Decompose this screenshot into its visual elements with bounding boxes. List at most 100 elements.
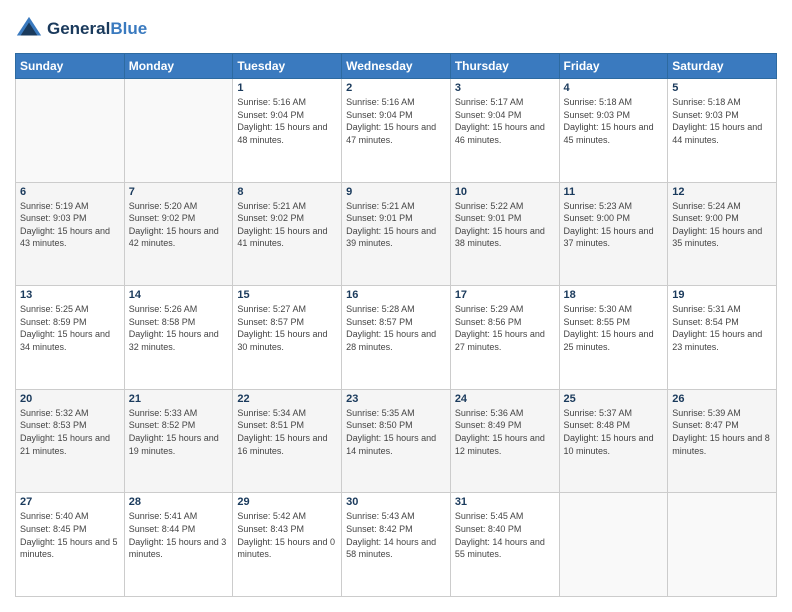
day-info: Sunrise: 5:42 AM Sunset: 8:43 PM Dayligh… — [237, 510, 337, 560]
header: GeneralBlue — [15, 15, 777, 43]
calendar-cell: 25Sunrise: 5:37 AM Sunset: 8:48 PM Dayli… — [559, 389, 668, 493]
day-info: Sunrise: 5:19 AM Sunset: 9:03 PM Dayligh… — [20, 200, 120, 250]
calendar-cell: 17Sunrise: 5:29 AM Sunset: 8:56 PM Dayli… — [450, 286, 559, 390]
day-info: Sunrise: 5:16 AM Sunset: 9:04 PM Dayligh… — [346, 96, 446, 146]
calendar-cell: 19Sunrise: 5:31 AM Sunset: 8:54 PM Dayli… — [668, 286, 777, 390]
day-info: Sunrise: 5:17 AM Sunset: 9:04 PM Dayligh… — [455, 96, 555, 146]
calendar-cell: 18 Sunrise: 5:30 AM Sunset: 8:55 PM Dayli… — [559, 286, 668, 390]
calendar-cell: 7Sunrise: 5:20 AM Sunset: 9:02 PM Daylig… — [124, 182, 233, 286]
calendar-cell — [668, 493, 777, 597]
logo-icon — [15, 15, 43, 43]
calendar-cell: 14 Sunrise: 5:26 AM Sunset: 8:58 PM Dayli… — [124, 286, 233, 390]
calendar-week-2: 6Sunrise: 5:19 AM Sunset: 9:03 PM Daylig… — [16, 182, 777, 286]
day-info: Sunrise: 5:36 AM Sunset: 8:49 PM Dayligh… — [455, 407, 555, 457]
day-info: Sunrise: 5:28 AM Sunset: 8:57 PM Dayligh… — [346, 303, 446, 353]
calendar-table: SundayMondayTuesdayWednesdayThursdayFrid… — [15, 53, 777, 597]
weekday-header-monday: Monday — [124, 54, 233, 79]
calendar-cell: 16Sunrise: 5:28 AM Sunset: 8:57 PM Dayli… — [342, 286, 451, 390]
weekday-header-friday: Friday — [559, 54, 668, 79]
day-number: 5 — [672, 82, 772, 94]
day-info: Sunrise: 5:16 AM Sunset: 9:04 PM Dayligh… — [237, 96, 337, 146]
calendar-cell: 3 Sunrise: 5:17 AM Sunset: 9:04 PM Daylig… — [450, 79, 559, 183]
day-number: 22 — [237, 393, 337, 405]
calendar-week-1: 1 Sunrise: 5:16 AM Sunset: 9:04 PM Daylig… — [16, 79, 777, 183]
day-number: 29 — [237, 496, 337, 508]
calendar-cell: 9Sunrise: 5:21 AM Sunset: 9:01 PM Daylig… — [342, 182, 451, 286]
logo: GeneralBlue — [15, 15, 147, 43]
day-number: 14 — [129, 289, 229, 301]
day-number: 28 — [129, 496, 229, 508]
calendar-cell: 20 Sunrise: 5:32 AM Sunset: 8:53 PM Dayli… — [16, 389, 125, 493]
day-number: 26 — [672, 393, 772, 405]
day-info: Sunrise: 5:35 AM Sunset: 8:50 PM Dayligh… — [346, 407, 446, 457]
day-info: Sunrise: 5:34 AM Sunset: 8:51 PM Dayligh… — [237, 407, 337, 457]
calendar-cell: 30Sunrise: 5:43 AM Sunset: 8:42 PM Dayli… — [342, 493, 451, 597]
day-number: 7 — [129, 186, 229, 198]
day-info: Sunrise: 5:18 AM Sunset: 9:03 PM Dayligh… — [564, 96, 664, 146]
calendar-cell: 29 Sunrise: 5:42 AM Sunset: 8:43 PM Dayli… — [233, 493, 342, 597]
calendar-cell: 10 Sunrise: 5:22 AM Sunset: 9:01 PM Dayli… — [450, 182, 559, 286]
calendar-cell — [559, 493, 668, 597]
calendar-cell — [124, 79, 233, 183]
calendar-cell: 28 Sunrise: 5:41 AM Sunset: 8:44 PM Dayli… — [124, 493, 233, 597]
day-info: Sunrise: 5:21 AM Sunset: 9:01 PM Dayligh… — [346, 200, 446, 250]
day-info: Sunrise: 5:32 AM Sunset: 8:53 PM Dayligh… — [20, 407, 120, 457]
calendar-cell: 13 Sunrise: 5:25 AM Sunset: 8:59 PM Dayli… — [16, 286, 125, 390]
day-number: 3 — [455, 82, 555, 94]
calendar-cell: 27 Sunrise: 5:40 AM Sunset: 8:45 PM Dayli… — [16, 493, 125, 597]
day-info: Sunrise: 5:37 AM Sunset: 8:48 PM Dayligh… — [564, 407, 664, 457]
day-number: 13 — [20, 289, 120, 301]
weekday-header-row: SundayMondayTuesdayWednesdayThursdayFrid… — [16, 54, 777, 79]
day-number: 2 — [346, 82, 446, 94]
day-number: 4 — [564, 82, 664, 94]
calendar-cell: 5Sunrise: 5:18 AM Sunset: 9:03 PM Daylig… — [668, 79, 777, 183]
day-info: Sunrise: 5:25 AM Sunset: 8:59 PM Dayligh… — [20, 303, 120, 353]
calendar-cell: 11 Sunrise: 5:23 AM Sunset: 9:00 PM Dayli… — [559, 182, 668, 286]
day-number: 1 — [237, 82, 337, 94]
calendar-week-5: 27 Sunrise: 5:40 AM Sunset: 8:45 PM Dayli… — [16, 493, 777, 597]
day-info: Sunrise: 5:30 AM Sunset: 8:55 PM Dayligh… — [564, 303, 664, 353]
calendar-cell: 31 Sunrise: 5:45 AM Sunset: 8:40 PM Dayli… — [450, 493, 559, 597]
page: GeneralBlue SundayMondayTuesdayWednesday… — [0, 0, 792, 612]
calendar-cell: 6Sunrise: 5:19 AM Sunset: 9:03 PM Daylig… — [16, 182, 125, 286]
day-info: Sunrise: 5:22 AM Sunset: 9:01 PM Dayligh… — [455, 200, 555, 250]
calendar-cell: 2 Sunrise: 5:16 AM Sunset: 9:04 PM Daylig… — [342, 79, 451, 183]
day-info: Sunrise: 5:29 AM Sunset: 8:56 PM Dayligh… — [455, 303, 555, 353]
day-number: 10 — [455, 186, 555, 198]
day-info: Sunrise: 5:33 AM Sunset: 8:52 PM Dayligh… — [129, 407, 229, 457]
calendar-cell: 1 Sunrise: 5:16 AM Sunset: 9:04 PM Daylig… — [233, 79, 342, 183]
day-number: 23 — [346, 393, 446, 405]
calendar-cell: 12Sunrise: 5:24 AM Sunset: 9:00 PM Dayli… — [668, 182, 777, 286]
day-info: Sunrise: 5:43 AM Sunset: 8:42 PM Dayligh… — [346, 510, 446, 560]
weekday-header-thursday: Thursday — [450, 54, 559, 79]
calendar-week-4: 20 Sunrise: 5:32 AM Sunset: 8:53 PM Dayli… — [16, 389, 777, 493]
calendar-cell: 4 Sunrise: 5:18 AM Sunset: 9:03 PM Daylig… — [559, 79, 668, 183]
day-number: 21 — [129, 393, 229, 405]
day-number: 11 — [564, 186, 664, 198]
day-number: 31 — [455, 496, 555, 508]
day-number: 15 — [237, 289, 337, 301]
logo-text: GeneralBlue — [47, 19, 147, 39]
day-number: 20 — [20, 393, 120, 405]
day-number: 27 — [20, 496, 120, 508]
calendar-cell: 26 Sunrise: 5:39 AM Sunset: 8:47 PM Dayli… — [668, 389, 777, 493]
day-info: Sunrise: 5:41 AM Sunset: 8:44 PM Dayligh… — [129, 510, 229, 560]
day-info: Sunrise: 5:26 AM Sunset: 8:58 PM Dayligh… — [129, 303, 229, 353]
weekday-header-saturday: Saturday — [668, 54, 777, 79]
day-info: Sunrise: 5:40 AM Sunset: 8:45 PM Dayligh… — [20, 510, 120, 560]
day-number: 8 — [237, 186, 337, 198]
calendar-cell: 8 Sunrise: 5:21 AM Sunset: 9:02 PM Daylig… — [233, 182, 342, 286]
day-info: Sunrise: 5:21 AM Sunset: 9:02 PM Dayligh… — [237, 200, 337, 250]
weekday-header-wednesday: Wednesday — [342, 54, 451, 79]
day-info: Sunrise: 5:31 AM Sunset: 8:54 PM Dayligh… — [672, 303, 772, 353]
day-info: Sunrise: 5:27 AM Sunset: 8:57 PM Dayligh… — [237, 303, 337, 353]
day-number: 24 — [455, 393, 555, 405]
day-info: Sunrise: 5:23 AM Sunset: 9:00 PM Dayligh… — [564, 200, 664, 250]
day-number: 12 — [672, 186, 772, 198]
day-number: 18 — [564, 289, 664, 301]
calendar-cell: 15 Sunrise: 5:27 AM Sunset: 8:57 PM Dayli… — [233, 286, 342, 390]
calendar-cell: 21 Sunrise: 5:33 AM Sunset: 8:52 PM Dayli… — [124, 389, 233, 493]
day-info: Sunrise: 5:39 AM Sunset: 8:47 PM Dayligh… — [672, 407, 772, 457]
calendar-cell: 22 Sunrise: 5:34 AM Sunset: 8:51 PM Dayli… — [233, 389, 342, 493]
day-info: Sunrise: 5:45 AM Sunset: 8:40 PM Dayligh… — [455, 510, 555, 560]
